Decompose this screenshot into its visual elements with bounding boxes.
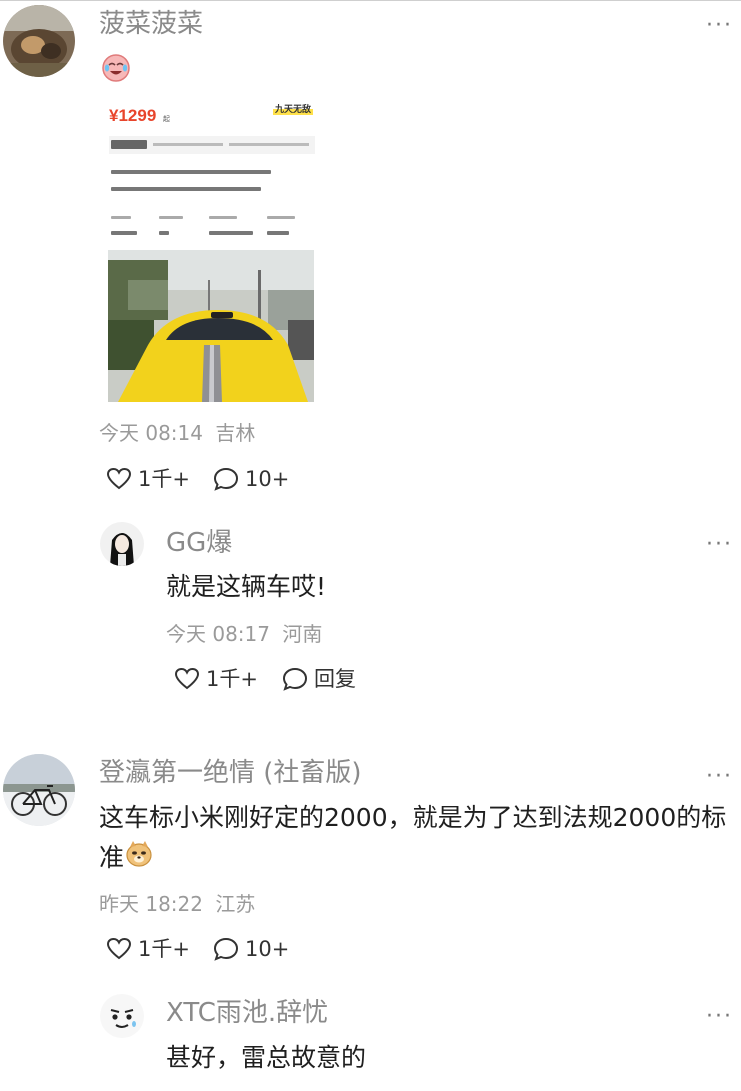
speech-bubble-icon bbox=[213, 467, 239, 491]
reply-author[interactable]: GG爆 bbox=[166, 528, 232, 558]
more-dots-icon[interactable]: ··· bbox=[706, 1006, 733, 1028]
reply-like-count: 1千+ bbox=[206, 667, 258, 691]
like-button[interactable]: 1千+ bbox=[106, 937, 190, 961]
comment-count: 10+ bbox=[245, 937, 290, 961]
doge-emoji bbox=[124, 838, 154, 880]
reply-meta: 今天 08:17 河南 bbox=[166, 622, 322, 646]
heart-outline-icon bbox=[174, 667, 200, 690]
image-spec-label bbox=[267, 216, 295, 219]
image-text-line bbox=[111, 170, 271, 174]
reply-text: 甚好，雷总故意的 bbox=[166, 1043, 367, 1072]
image-spec-value bbox=[267, 231, 289, 235]
comment-count: 10+ bbox=[245, 467, 290, 491]
image-spec-label bbox=[159, 216, 183, 219]
like-count: 1千+ bbox=[138, 937, 190, 961]
image-text-line bbox=[111, 187, 261, 191]
comment-time: 今天 08:14 bbox=[99, 421, 203, 445]
more-dots-icon[interactable]: ··· bbox=[706, 534, 733, 556]
image-tag: 九天无敌 bbox=[272, 102, 313, 115]
like-button[interactable]: 1千+ bbox=[106, 467, 190, 491]
image-spec-label bbox=[209, 216, 237, 219]
heart-outline-icon bbox=[106, 467, 132, 490]
reply-author[interactable]: XTC雨池.辞忧 bbox=[166, 998, 328, 1028]
avatar[interactable] bbox=[100, 994, 144, 1038]
image-spec-value bbox=[159, 231, 169, 235]
comment-button[interactable]: 10+ bbox=[213, 937, 289, 961]
comment-time: 昨天 18:22 bbox=[99, 892, 203, 916]
avatar[interactable] bbox=[3, 5, 75, 77]
comment-image[interactable]: ¥1299 起 九天无敌 bbox=[107, 92, 319, 404]
comment-author[interactable]: 菠菜菠菜 bbox=[99, 9, 203, 39]
image-info-row bbox=[109, 136, 315, 154]
comment-text-content: 这车标小米刚好定的2000，就是为了达到法规2000的标准 bbox=[99, 803, 727, 872]
comment-location: 江苏 bbox=[215, 892, 256, 916]
car-photo bbox=[108, 250, 314, 402]
reply-time: 今天 08:17 bbox=[166, 622, 270, 646]
reply-label: 回复 bbox=[314, 667, 356, 691]
more-dots-icon[interactable]: ··· bbox=[706, 15, 733, 37]
comment-text: 这车标小米刚好定的2000，就是为了达到法规2000的标准 bbox=[99, 798, 729, 880]
comment-author[interactable]: 登瀛第一绝情 (社畜版) bbox=[99, 758, 362, 788]
reply-text: 就是这辆车哎! bbox=[166, 572, 327, 601]
comment-meta: 昨天 18:22 江苏 bbox=[99, 892, 255, 916]
comment-meta: 今天 08:14 吉林 bbox=[99, 421, 255, 445]
more-dots-icon[interactable]: ··· bbox=[706, 766, 733, 788]
image-price: ¥1299 bbox=[109, 106, 157, 125]
image-price-unit: 起 bbox=[163, 115, 170, 123]
avatar[interactable] bbox=[100, 522, 144, 566]
image-spec-value bbox=[209, 231, 253, 235]
reply-like-button[interactable]: 1千+ bbox=[174, 667, 258, 691]
comment-location: 吉林 bbox=[215, 421, 256, 445]
heart-outline-icon bbox=[106, 937, 132, 960]
reply-location: 河南 bbox=[282, 622, 323, 646]
reply-button[interactable]: 回复 bbox=[282, 667, 356, 691]
top-divider bbox=[0, 0, 741, 1]
crying-laughing-emoji bbox=[101, 53, 131, 83]
comment-button[interactable]: 10+ bbox=[213, 467, 289, 491]
avatar[interactable] bbox=[3, 754, 75, 826]
like-count: 1千+ bbox=[138, 467, 190, 491]
image-spec-label bbox=[111, 216, 131, 219]
speech-bubble-icon bbox=[282, 667, 308, 691]
image-spec-value bbox=[111, 231, 137, 235]
speech-bubble-icon bbox=[213, 937, 239, 961]
